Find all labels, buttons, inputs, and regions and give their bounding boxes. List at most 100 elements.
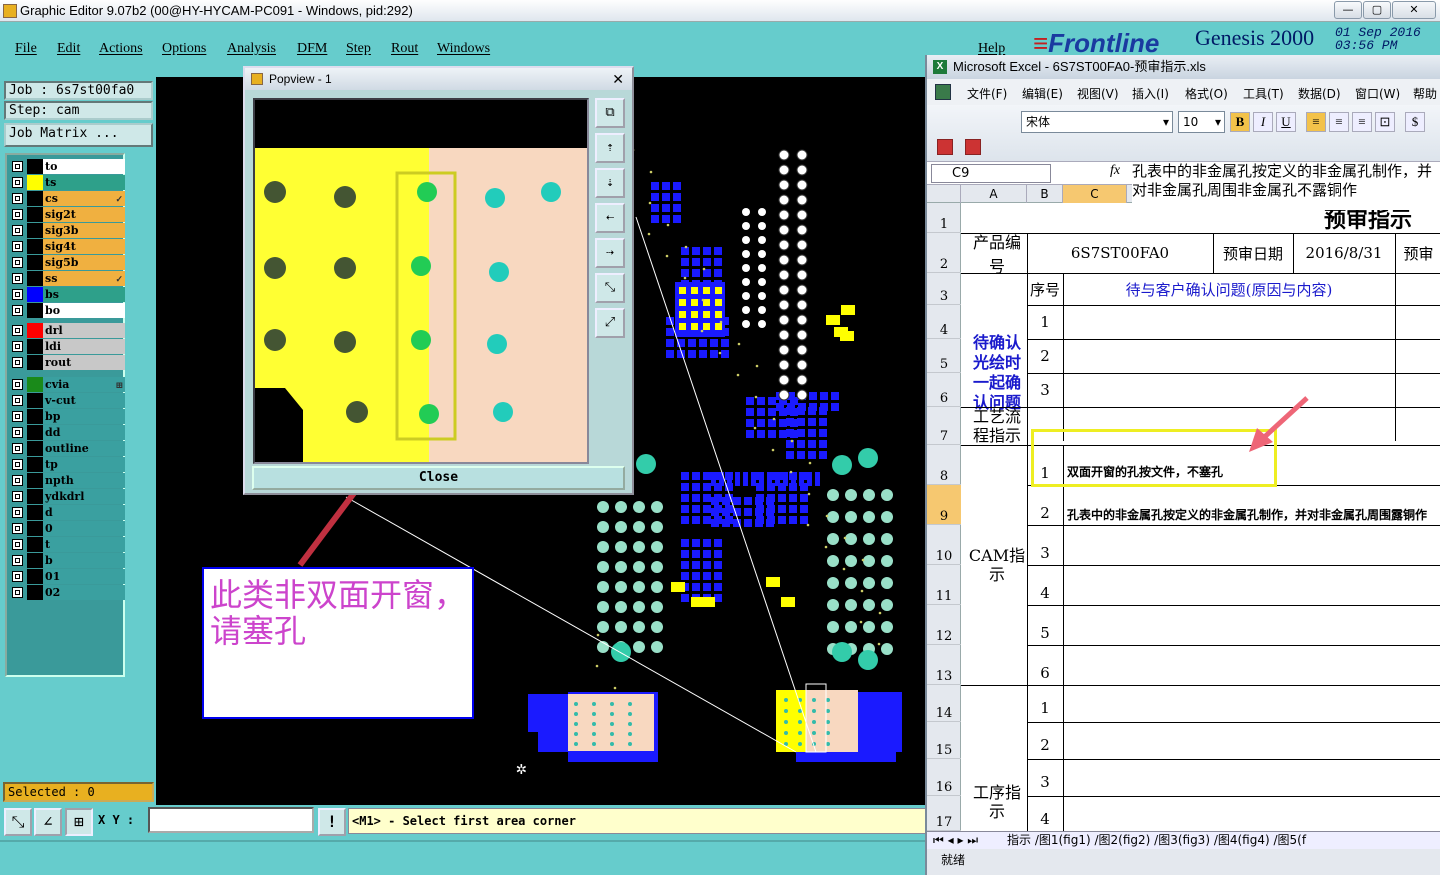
layer-name[interactable]: bs bbox=[43, 287, 125, 302]
layer-checkbox[interactable] bbox=[12, 523, 23, 534]
layer-color-swatch[interactable] bbox=[27, 441, 43, 456]
layer-checkbox[interactable] bbox=[12, 539, 23, 550]
layer-color-swatch[interactable] bbox=[27, 191, 43, 206]
layer-name[interactable]: bp bbox=[43, 409, 125, 424]
layer-name[interactable]: drl bbox=[43, 323, 125, 338]
pending-header[interactable]: 待与客户确认问题(原因与内容) bbox=[1063, 273, 1395, 305]
layer-checkbox[interactable] bbox=[12, 491, 23, 502]
layer-name[interactable]: ydkdrl bbox=[43, 489, 125, 504]
layer-checkbox[interactable] bbox=[12, 555, 23, 566]
layer-row-dd[interactable]: dd bbox=[9, 425, 125, 440]
layer-row-drl[interactable]: drl bbox=[9, 323, 125, 338]
zoom-fit-icon[interactable]: ⧉ bbox=[595, 98, 625, 128]
seq-cell[interactable]: 3 bbox=[1027, 765, 1063, 799]
layer-row-sig4t[interactable]: sig4t bbox=[9, 239, 125, 254]
work-label[interactable]: 工序指示 bbox=[967, 685, 1027, 831]
layer-name[interactable]: d bbox=[43, 505, 125, 520]
layer-row-tp[interactable]: tp bbox=[9, 457, 125, 472]
layer-row-ldi[interactable]: ldi bbox=[9, 339, 125, 354]
layer-row-bo[interactable]: bo bbox=[9, 303, 125, 318]
menu-file[interactable]: File bbox=[15, 41, 37, 57]
layer-row-rout[interactable]: rout bbox=[9, 355, 125, 370]
layer-checkbox[interactable] bbox=[12, 395, 23, 406]
process-label[interactable]: 工艺流程指示 bbox=[967, 407, 1027, 445]
menu-edit[interactable]: Edit bbox=[57, 41, 80, 57]
layer-checkbox[interactable] bbox=[12, 587, 23, 598]
layer-checkbox[interactable] bbox=[12, 411, 23, 422]
formula-input[interactable]: 孔表中的非金属孔按定义的非金属孔制作，并对非金属孔周围非金属孔不露铜作 bbox=[1132, 162, 1440, 210]
layer-checkbox[interactable] bbox=[12, 193, 23, 204]
popview-image[interactable] bbox=[253, 98, 589, 464]
layer-color-swatch[interactable] bbox=[27, 553, 43, 568]
layer-color-swatch[interactable] bbox=[27, 393, 43, 408]
menu-actions[interactable]: Actions bbox=[99, 41, 143, 57]
layer-name[interactable]: 0 bbox=[43, 521, 125, 536]
layer-color-swatch[interactable] bbox=[27, 505, 43, 520]
layer-name[interactable]: v-cut bbox=[43, 393, 125, 408]
review-cut-header[interactable]: 预审 bbox=[1395, 233, 1440, 273]
zoom-in-icon[interactable]: ⤢ bbox=[595, 308, 625, 338]
layer-row-b[interactable]: b bbox=[9, 553, 125, 568]
pan-up-icon[interactable]: ⇡ bbox=[595, 133, 625, 163]
menu-dfm[interactable]: DFM bbox=[297, 41, 327, 57]
popview-close-button[interactable]: Close bbox=[252, 466, 625, 490]
layer-checkbox[interactable] bbox=[12, 209, 23, 220]
layer-checkbox[interactable] bbox=[12, 507, 23, 518]
product-code[interactable]: 6S7ST00FA0 bbox=[1027, 233, 1213, 273]
layer-row-cs[interactable]: cs ✓ bbox=[9, 191, 125, 206]
layer-checkbox[interactable] bbox=[12, 161, 23, 172]
layer-name[interactable]: sig3b bbox=[43, 223, 125, 238]
seq-label[interactable]: 序号 bbox=[1027, 273, 1063, 305]
layer-checkbox[interactable] bbox=[12, 475, 23, 486]
layer-name[interactable]: outline bbox=[43, 441, 125, 456]
layer-name[interactable]: sig2t bbox=[43, 207, 125, 222]
measure-icon[interactable]: ∠ bbox=[34, 808, 62, 836]
layer-name[interactable]: rout bbox=[43, 355, 125, 370]
maximize-button[interactable]: ▢ bbox=[1363, 1, 1391, 19]
review-date[interactable]: 2016/8/31 bbox=[1293, 233, 1395, 273]
layer-row-v-cut[interactable]: v-cut bbox=[9, 393, 125, 408]
review-date-label[interactable]: 预审日期 bbox=[1213, 233, 1293, 273]
layer-checkbox[interactable] bbox=[12, 177, 23, 188]
layer-checkbox[interactable] bbox=[12, 357, 23, 368]
layer-row-ts[interactable]: ts bbox=[9, 175, 125, 190]
layer-color-swatch[interactable] bbox=[27, 409, 43, 424]
layer-row-bs[interactable]: bs bbox=[9, 287, 125, 302]
layer-row-cvia[interactable]: cvia ⊞ bbox=[9, 377, 125, 392]
layer-color-swatch[interactable] bbox=[27, 457, 43, 472]
close-window-button[interactable]: ✕ bbox=[1392, 1, 1436, 19]
layer-checkbox[interactable] bbox=[12, 305, 23, 316]
layer-color-swatch[interactable] bbox=[27, 223, 43, 238]
layer-name[interactable]: cs ✓ bbox=[43, 191, 125, 206]
seq-cell[interactable]: 1 bbox=[1027, 305, 1063, 339]
layer-color-swatch[interactable] bbox=[27, 537, 43, 552]
layer-name[interactable]: dd bbox=[43, 425, 125, 440]
layer-name[interactable]: 02 bbox=[43, 585, 125, 600]
layer-row-sig2t[interactable]: sig2t bbox=[9, 207, 125, 222]
layer-color-swatch[interactable] bbox=[27, 207, 43, 222]
layer-color-swatch[interactable] bbox=[27, 569, 43, 584]
job-matrix-button[interactable]: Job Matrix ... bbox=[4, 123, 153, 147]
layer-color-swatch[interactable] bbox=[27, 287, 43, 302]
layer-color-swatch[interactable] bbox=[27, 489, 43, 504]
layer-color-swatch[interactable] bbox=[27, 473, 43, 488]
layer-row-t[interactable]: t bbox=[9, 537, 125, 552]
layer-color-swatch[interactable] bbox=[27, 175, 43, 190]
layer-name[interactable]: 01 bbox=[43, 569, 125, 584]
seq-cell[interactable]: 1 bbox=[1027, 691, 1063, 725]
layer-name[interactable]: tp bbox=[43, 457, 125, 472]
layer-name[interactable]: ldi bbox=[43, 339, 125, 354]
layer-color-swatch[interactable] bbox=[27, 159, 43, 174]
minimize-button[interactable]: — bbox=[1334, 1, 1362, 19]
layer-checkbox[interactable] bbox=[12, 427, 23, 438]
layer-checkbox[interactable] bbox=[12, 325, 23, 336]
layer-checkbox[interactable] bbox=[12, 459, 23, 470]
layer-color-swatch[interactable] bbox=[27, 323, 43, 338]
xy-input[interactable] bbox=[148, 807, 314, 833]
layer-color-swatch[interactable] bbox=[27, 339, 43, 354]
layer-row-0[interactable]: 0 bbox=[9, 521, 125, 536]
layer-checkbox[interactable] bbox=[12, 273, 23, 284]
layer-color-swatch[interactable] bbox=[27, 255, 43, 270]
seq-cell[interactable]: 2 bbox=[1027, 728, 1063, 762]
layer-name[interactable]: npth bbox=[43, 473, 125, 488]
